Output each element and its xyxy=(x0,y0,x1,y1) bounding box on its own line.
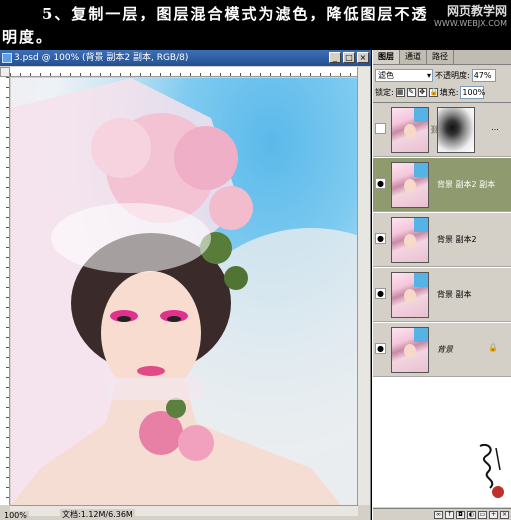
opacity-field[interactable]: 47% xyxy=(471,68,496,82)
layer-row[interactable]: ● 背景 副本 xyxy=(373,268,511,322)
add-style-icon[interactable]: f xyxy=(445,510,454,519)
lock-icon: 🔒 xyxy=(488,343,498,352)
fill-field[interactable]: 100% xyxy=(460,85,485,99)
eye-icon[interactable]: ● xyxy=(375,233,386,244)
new-group-icon[interactable]: ▭ xyxy=(478,510,487,519)
new-layer-icon[interactable]: + xyxy=(489,510,498,519)
tab-paths[interactable]: 路径 xyxy=(427,50,454,64)
trash-icon[interactable]: × xyxy=(500,510,509,519)
status-bar: 100% 文档:1.12M/6.36M xyxy=(0,509,371,520)
minimize-button[interactable]: _ xyxy=(329,52,341,63)
document-size-info: 文档:1.12M/6.36M xyxy=(60,509,135,520)
watermark-url: WWW.WEBJX.COM xyxy=(434,19,507,28)
leaves-2 xyxy=(224,266,248,290)
lock-position-icon[interactable]: ✥ xyxy=(417,87,427,97)
watermark-title: 网页教学网 xyxy=(446,4,507,18)
rose-3 xyxy=(209,186,253,230)
instruction-banner: 5、复制一层，图层混合模式为滤色，降低图层不透 明度。 网页教学网 WWW.WE… xyxy=(0,0,511,50)
blend-options-row: 滤色 不透明度: 47% xyxy=(375,68,510,82)
site-watermark: 网页教学网 WWW.WEBJX.COM xyxy=(427,2,507,28)
layer-name[interactable]: 背景 副本 xyxy=(437,289,472,300)
instruction-line-2: 明度。 xyxy=(2,28,54,46)
eye-icon[interactable]: ● xyxy=(375,343,386,354)
close-button[interactable]: × xyxy=(357,52,369,63)
vertical-ruler[interactable] xyxy=(0,77,10,505)
document-title-bar[interactable]: 3.psd @ 100% (背景 副本2 副本, RGB/8) _ □ × xyxy=(0,50,371,66)
zoom-level[interactable]: 100% xyxy=(2,511,29,520)
vertical-scrollbar[interactable] xyxy=(357,67,370,505)
adjustment-layer-icon[interactable]: ◐ xyxy=(467,510,476,519)
fill-label: 填充: xyxy=(439,87,459,97)
lock-all-icon[interactable]: 🔒 xyxy=(428,87,438,97)
face xyxy=(101,271,201,395)
maximize-button[interactable]: □ xyxy=(343,52,355,63)
layer-mask-thumbnail[interactable] xyxy=(437,107,475,153)
layer-thumbnail xyxy=(391,162,429,208)
corsage-rose xyxy=(178,425,214,461)
layer-name[interactable]: 背景 副本2 xyxy=(437,234,477,245)
lock-transparency-icon[interactable]: ▦ xyxy=(395,87,405,97)
image-canvas[interactable] xyxy=(11,78,358,505)
eye-icon[interactable]: ● xyxy=(375,288,386,299)
panel-tabs: 图层 通道 路径 xyxy=(373,50,511,65)
blend-mode-select[interactable]: 滤色 xyxy=(375,68,433,82)
rose-1 xyxy=(91,118,151,178)
net-veil xyxy=(51,203,211,273)
lock-label: 锁定: xyxy=(375,87,394,97)
lock-fill-row: 锁定: ▦ ✎ ✥ 🔒 填充: 100% xyxy=(375,85,510,99)
opacity-label: 不透明度: xyxy=(435,70,470,80)
link-layers-icon[interactable]: ∞ xyxy=(434,510,443,519)
document-title: 3.psd @ 100% (背景 副本2 副本, RGB/8) xyxy=(14,53,189,63)
artist-signature xyxy=(479,444,504,498)
neck-lace xyxy=(106,378,201,400)
visibility-toggle[interactable] xyxy=(375,123,386,134)
layer-thumbnail xyxy=(391,327,429,373)
tab-layers[interactable]: 图层 xyxy=(373,50,400,64)
red-seal xyxy=(492,486,504,498)
lock-pixels-icon[interactable]: ✎ xyxy=(406,87,416,97)
layer-row[interactable]: ● 背景 副本2 xyxy=(373,213,511,267)
lips xyxy=(137,366,165,376)
layer-row[interactable]: ● 背景 副本2 副本 xyxy=(373,158,511,212)
bride-photo xyxy=(11,78,358,505)
corsage-leaf xyxy=(166,398,186,418)
document-window: 3.psd @ 100% (背景 副本2 副本, RGB/8) _ □ × 10… xyxy=(0,50,371,520)
rose-2 xyxy=(174,126,238,190)
instruction-line-1: 5、复制一层，图层混合模式为滤色，降低图层不透 xyxy=(42,5,429,23)
layer-row[interactable]: ⛓ … xyxy=(373,103,511,157)
eye-icon[interactable]: ● xyxy=(375,178,386,189)
layer-thumbnail xyxy=(391,272,429,318)
photoshop-doc-icon xyxy=(2,53,12,63)
horizontal-ruler[interactable] xyxy=(10,67,358,77)
left-eye xyxy=(117,316,131,322)
tab-channels[interactable]: 通道 xyxy=(400,50,427,64)
layer-row[interactable]: ● 背景 🔒 xyxy=(373,323,511,377)
layer-thumbnail xyxy=(391,107,429,153)
right-eye xyxy=(167,316,181,322)
layer-name[interactable]: 背景 副本2 副本 xyxy=(437,179,495,190)
layer-thumbnail xyxy=(391,217,429,263)
layer-name[interactable]: 背景 xyxy=(437,344,453,355)
add-mask-icon[interactable]: ◘ xyxy=(456,510,465,519)
panel-bottom-toolbar: ∞ f ◘ ◐ ▭ + × xyxy=(373,508,511,520)
ruler-origin[interactable] xyxy=(0,67,10,77)
more-icon: … xyxy=(491,123,499,132)
